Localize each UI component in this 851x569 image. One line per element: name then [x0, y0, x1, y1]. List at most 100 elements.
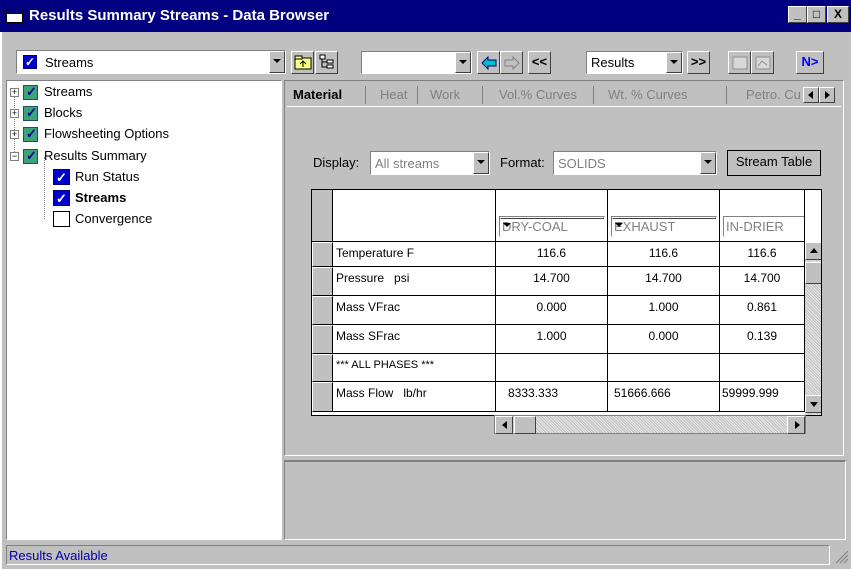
- resize-grip-icon[interactable]: [832, 545, 849, 565]
- column-header-dry-coal: DRY-COAL: [496, 190, 608, 242]
- display-combo[interactable]: All streams: [370, 151, 490, 175]
- folder-check-icon: [23, 125, 38, 143]
- tab-material[interactable]: Material: [293, 86, 342, 106]
- chart-icon: [755, 56, 770, 70]
- row-header[interactable]: [312, 242, 333, 267]
- tab-divider: [417, 86, 418, 104]
- format-combo[interactable]: SOLIDS: [553, 151, 717, 175]
- format-label: Format:: [500, 155, 545, 170]
- chart-button[interactable]: [751, 51, 774, 74]
- chevron-down-icon[interactable]: [473, 152, 489, 174]
- column-combo-value: IN-DRIER: [726, 219, 784, 234]
- results-combo-value: Results: [591, 55, 635, 70]
- arrow-left-icon: [480, 55, 496, 71]
- row-header[interactable]: [312, 296, 333, 325]
- tab-divider: [593, 86, 594, 104]
- table-row-label: Mass VFrac: [333, 296, 496, 325]
- forward-button[interactable]: [500, 51, 523, 74]
- column-combo[interactable]: DRY-COAL: [499, 216, 605, 237]
- table-cell: 116.6: [496, 242, 608, 267]
- tree-item-label: Flowsheeting Options: [44, 126, 170, 141]
- tree-item-label: Results Summary: [44, 148, 147, 163]
- table-cell: [496, 354, 608, 382]
- tab-heat[interactable]: Heat: [380, 86, 407, 106]
- chevron-down-icon[interactable]: [455, 52, 471, 73]
- close-button[interactable]: X: [827, 6, 849, 23]
- chevron-down-icon[interactable]: [666, 52, 682, 73]
- stream-table-button[interactable]: Stream Table: [727, 150, 821, 176]
- table-cell: [608, 354, 720, 382]
- tab-work[interactable]: Work: [430, 86, 460, 106]
- status-text: Results Available: [9, 548, 108, 563]
- tree-item-label: Run Status: [75, 169, 140, 184]
- scroll-right-button[interactable]: [787, 416, 805, 434]
- expand-icon[interactable]: +: [10, 130, 19, 139]
- tab-scroll-right-button[interactable]: [819, 87, 835, 103]
- next-step-button[interactable]: N>: [796, 51, 824, 74]
- check-icon: ✓: [53, 190, 70, 206]
- object-combo[interactable]: ✓ Streams: [16, 50, 286, 74]
- expand-icon[interactable]: +: [10, 109, 19, 118]
- tree-line: [14, 92, 15, 158]
- table-icon: [732, 56, 747, 70]
- scroll-down-button[interactable]: [805, 395, 821, 413]
- arrow-right-icon: [504, 55, 520, 71]
- column-combo-value: EXHAUST: [614, 219, 676, 234]
- table-cell: 0.000: [496, 296, 608, 325]
- results-combo[interactable]: Results: [586, 51, 683, 74]
- tree-item-label: Blocks: [44, 105, 83, 120]
- table-cell: 116.6: [720, 242, 805, 267]
- tab-divider: [482, 86, 483, 104]
- table-row-label: Mass SFrac: [333, 325, 496, 354]
- previous-button[interactable]: <<: [528, 51, 551, 74]
- column-combo[interactable]: EXHAUST: [611, 216, 717, 237]
- maximize-button[interactable]: □: [807, 6, 826, 23]
- tab-petro-curves[interactable]: Petro. Cu: [746, 86, 802, 106]
- table-cell: 116.6: [608, 242, 720, 267]
- row-header[interactable]: [312, 325, 333, 354]
- table-row-label: Temperature F: [333, 242, 496, 267]
- id-combo[interactable]: [361, 51, 472, 74]
- column-header-exhaust: EXHAUST: [608, 190, 720, 242]
- minimize-button[interactable]: _: [788, 6, 807, 23]
- tab-wt-curves[interactable]: Wt. % Curves: [608, 86, 687, 106]
- row-header[interactable]: [312, 382, 333, 412]
- table-row-label: Pressure psi: [333, 267, 496, 296]
- collapse-icon[interactable]: −: [10, 152, 19, 161]
- tab-vol-curves[interactable]: Vol.% Curves: [499, 86, 577, 106]
- chevron-down-icon[interactable]: [269, 51, 285, 73]
- folder-up-button[interactable]: [291, 51, 314, 74]
- grid-header-label-column: [333, 190, 496, 242]
- horizontal-scroll-thumb[interactable]: [514, 416, 536, 434]
- next-button[interactable]: >>: [687, 51, 710, 74]
- row-header[interactable]: [312, 267, 333, 296]
- vertical-scroll-thumb[interactable]: [805, 262, 821, 284]
- scroll-up-button[interactable]: [805, 242, 821, 260]
- display-combo-value: All streams: [375, 156, 440, 171]
- empty-box-icon: [53, 211, 70, 227]
- status-bar: Results Available: [6, 545, 830, 565]
- folder-up-icon: [294, 55, 311, 70]
- chevron-down-icon[interactable]: [700, 152, 716, 174]
- tree-item-label: Streams: [75, 190, 127, 205]
- tree-item-label: Streams: [44, 84, 93, 99]
- column-combo-value: DRY-COAL: [502, 219, 568, 234]
- horizontal-scrollbar[interactable]: [494, 415, 806, 434]
- folder-check-icon: [23, 83, 38, 101]
- tree-view-button[interactable]: [315, 51, 338, 74]
- row-header[interactable]: [312, 354, 333, 382]
- tab-scroll-left-button[interactable]: [803, 87, 819, 103]
- table-row-label: Mass Flow lb/hr: [333, 382, 496, 412]
- back-button[interactable]: [477, 51, 500, 74]
- window-icon: [6, 9, 23, 23]
- tab-baseline: [287, 106, 841, 107]
- object-combo-value: Streams: [45, 55, 94, 70]
- check-icon: ✓: [23, 55, 37, 69]
- table-cell: 14.700: [608, 267, 720, 296]
- scroll-left-button[interactable]: [495, 416, 513, 434]
- tab-divider: [365, 86, 366, 104]
- table-cell: 0.139: [720, 325, 805, 354]
- column-combo[interactable]: IN-DRIER: [723, 216, 804, 237]
- expand-icon[interactable]: +: [10, 88, 19, 97]
- table-button[interactable]: [728, 51, 751, 74]
